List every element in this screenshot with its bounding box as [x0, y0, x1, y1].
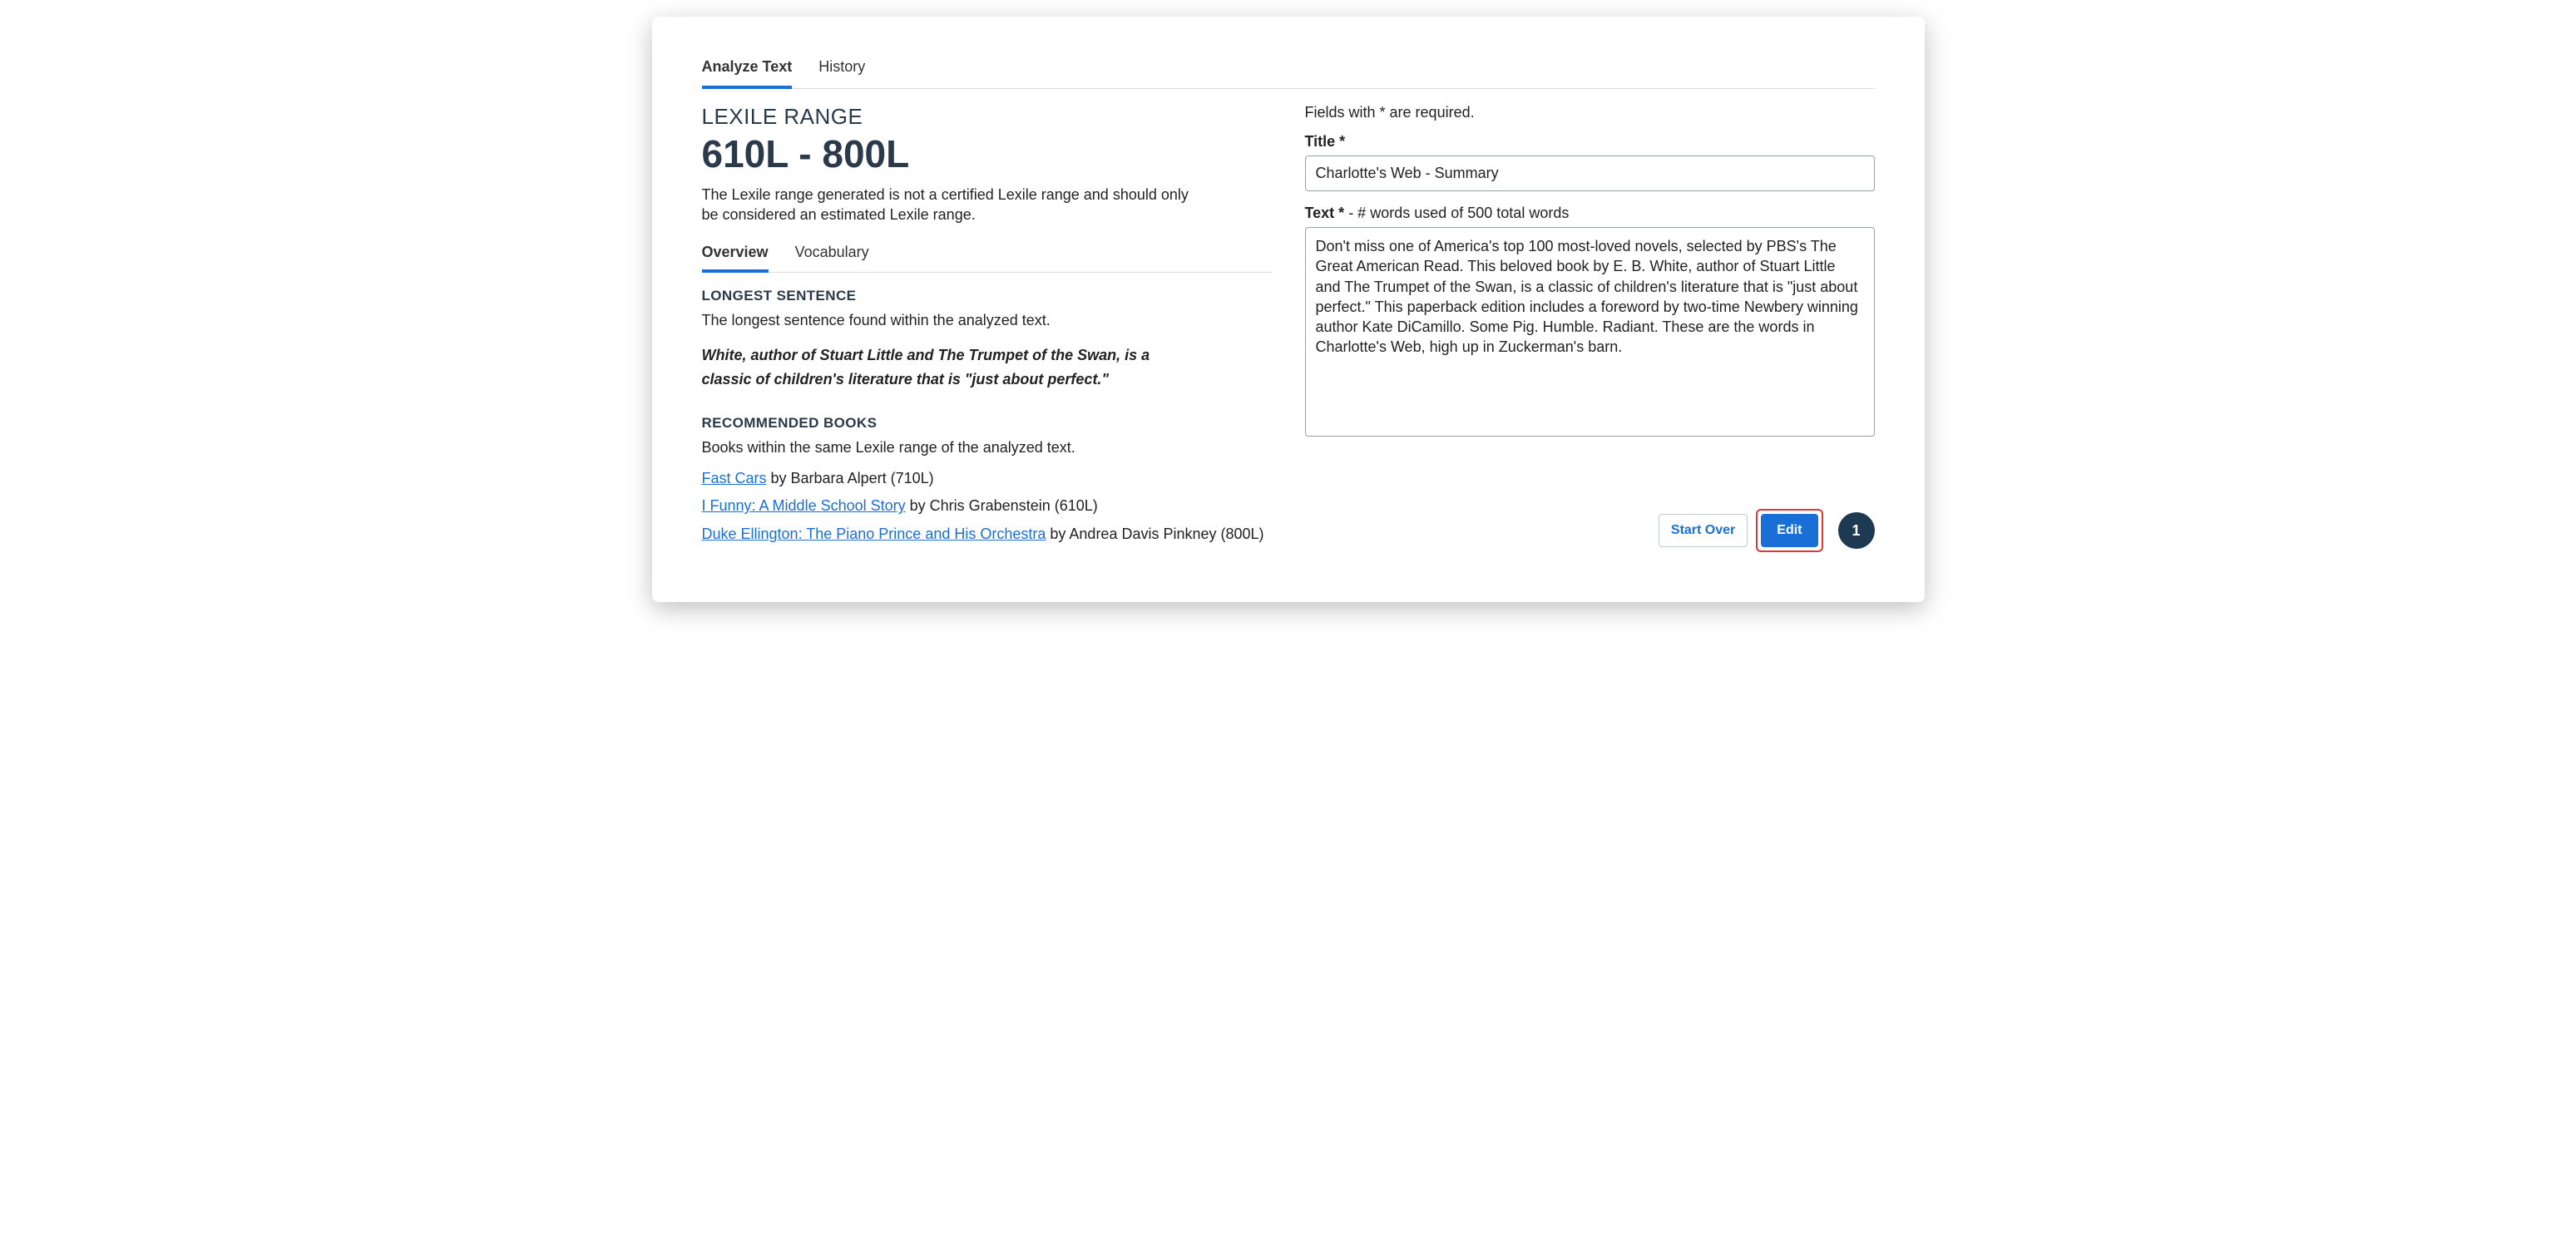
- edit-button[interactable]: Edit: [1761, 514, 1817, 547]
- step-badge: 1: [1838, 512, 1875, 549]
- book-link[interactable]: I Funny: A Middle School Story: [702, 497, 906, 514]
- action-row: Start Over Edit 1: [1659, 509, 1875, 552]
- lexile-range-label: LEXILE RANGE: [702, 104, 1272, 130]
- title-input[interactable]: [1305, 156, 1875, 191]
- tab-history[interactable]: History: [818, 58, 865, 88]
- recommended-books-sub: Books within the same Lexile range of th…: [702, 438, 1272, 457]
- text-field-label-prefix: Text *: [1305, 205, 1345, 221]
- recommended-books-list: Fast Cars by Barbara Alpert (710L) I Fun…: [702, 469, 1272, 544]
- text-textarea[interactable]: [1305, 227, 1875, 437]
- inner-tab-bar: Overview Vocabulary: [702, 244, 1272, 273]
- analyzer-card: Analyze Text History LEXILE RANGE 610L -…: [652, 17, 1925, 602]
- longest-sentence-text: White, author of Stuart Little and The T…: [702, 343, 1201, 392]
- required-fields-note: Fields with * are required.: [1305, 104, 1875, 121]
- lexile-range-note: The Lexile range generated is not a cert…: [702, 185, 1201, 225]
- longest-sentence-sub: The longest sentence found within the an…: [702, 311, 1272, 330]
- recommended-books-heading: RECOMMENDED BOOKS: [702, 415, 1272, 432]
- tab-overview[interactable]: Overview: [702, 244, 769, 273]
- text-field-label: Text * - # words used of 500 total words: [1305, 205, 1875, 222]
- longest-sentence-heading: LONGEST SENTENCE: [702, 288, 1272, 304]
- list-item: I Funny: A Middle School Story by Chris …: [702, 496, 1272, 516]
- title-field-label: Title *: [1305, 133, 1875, 151]
- tab-analyze-text[interactable]: Analyze Text: [702, 58, 793, 89]
- tab-vocabulary[interactable]: Vocabulary: [795, 244, 869, 272]
- content-columns: LEXILE RANGE 610L - 800L The Lexile rang…: [702, 101, 1875, 544]
- list-item: Fast Cars by Barbara Alpert (710L): [702, 469, 1272, 488]
- top-tab-bar: Analyze Text History: [702, 58, 1875, 89]
- edit-button-highlight: Edit: [1756, 509, 1822, 552]
- right-column: Fields with * are required. Title * Text…: [1305, 101, 1875, 544]
- book-link[interactable]: Duke Ellington: The Piano Prince and His…: [702, 526, 1046, 542]
- lexile-range-value: 610L - 800L: [702, 131, 1272, 176]
- book-byline: by Barbara Alpert (710L): [767, 470, 934, 486]
- list-item: Duke Ellington: The Piano Prince and His…: [702, 525, 1272, 544]
- book-byline: by Andrea Davis Pinkney (800L): [1046, 526, 1263, 542]
- left-column: LEXILE RANGE 610L - 800L The Lexile rang…: [702, 101, 1272, 544]
- start-over-button[interactable]: Start Over: [1659, 514, 1748, 547]
- book-link[interactable]: Fast Cars: [702, 470, 767, 486]
- text-field-word-count: - # words used of 500 total words: [1344, 205, 1569, 221]
- book-byline: by Chris Grabenstein (610L): [906, 497, 1098, 514]
